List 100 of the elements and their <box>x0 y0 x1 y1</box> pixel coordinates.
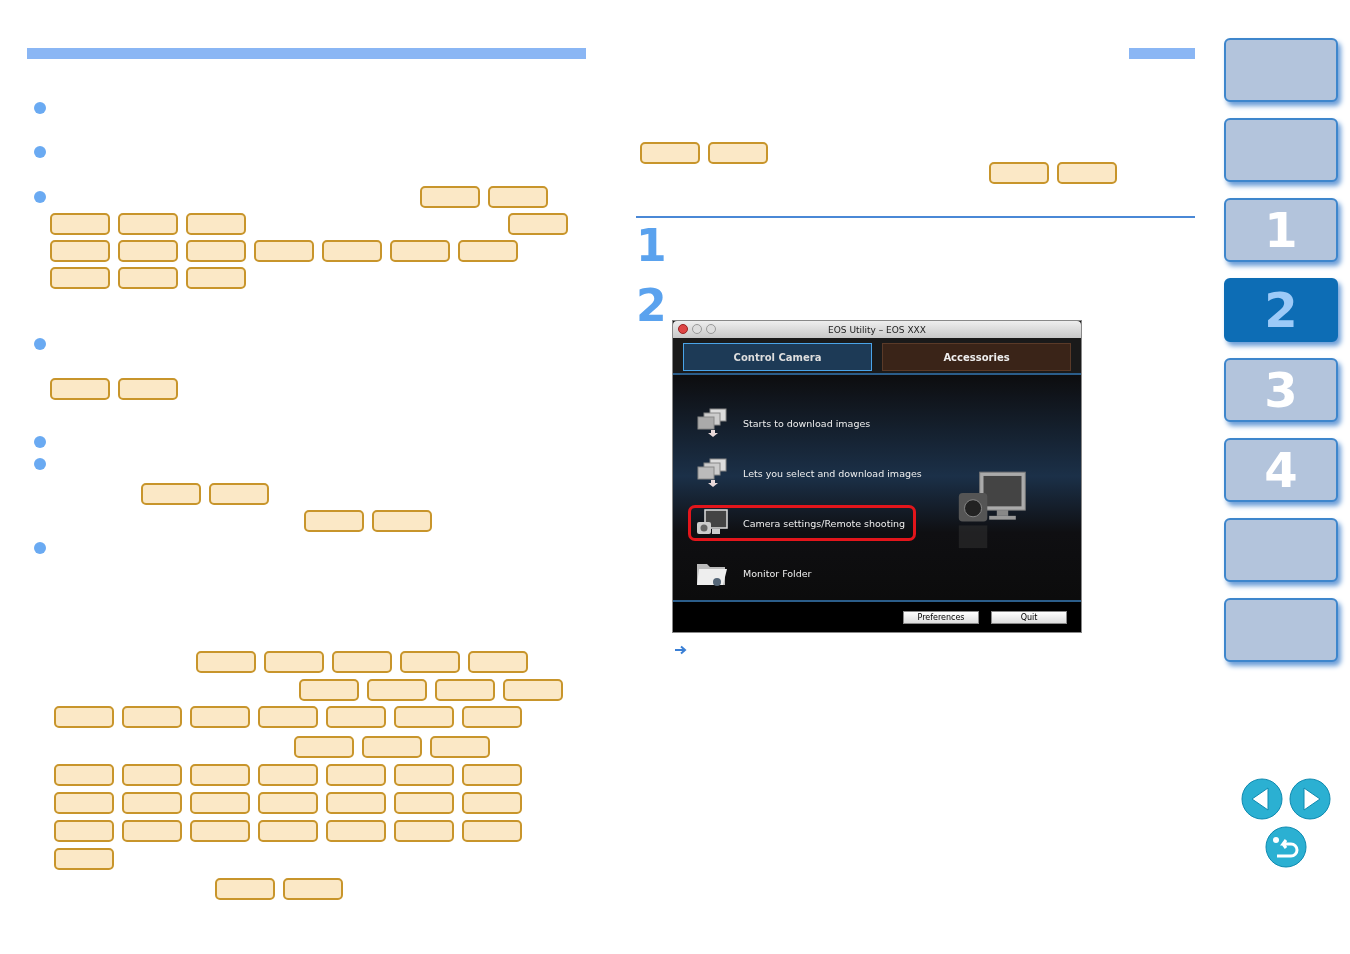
key-icon <box>394 792 454 814</box>
key-icon <box>326 792 386 814</box>
key-icon <box>54 706 114 728</box>
key-icon <box>190 820 250 842</box>
bullet-icon <box>34 458 46 470</box>
bullet-icon <box>34 146 46 158</box>
window-button[interactable]: Preferences <box>903 610 979 624</box>
key-icon <box>190 764 250 786</box>
key-icon <box>390 240 450 262</box>
key-icon <box>468 651 528 673</box>
previous-page-icon[interactable] <box>1241 778 1283 820</box>
menu-item[interactable]: Lets you select and download images <box>688 455 933 491</box>
chapter-tab[interactable] <box>1224 38 1338 102</box>
key-icon <box>50 240 110 262</box>
key-icon <box>372 510 432 532</box>
key-icon <box>640 142 700 164</box>
key-icon <box>322 240 382 262</box>
zoom-icon <box>706 324 716 334</box>
key-icon <box>186 267 246 289</box>
key-icon <box>141 483 201 505</box>
chapter-tab[interactable] <box>1224 118 1338 182</box>
key-icon <box>367 679 427 701</box>
key-icon <box>118 378 178 400</box>
key-icon <box>118 267 178 289</box>
bullet-icon <box>34 191 46 203</box>
menu-item[interactable]: Starts to download images <box>688 405 882 441</box>
key-icon <box>394 820 454 842</box>
key-icon <box>462 706 522 728</box>
minimize-icon <box>692 324 702 334</box>
key-icon <box>50 267 110 289</box>
key-icon <box>503 679 563 701</box>
key-icon <box>190 792 250 814</box>
step-number: 2 <box>636 286 668 326</box>
chapter-tab[interactable] <box>1224 598 1338 662</box>
images-download-icon <box>695 408 729 438</box>
key-icon <box>326 764 386 786</box>
next-page-icon[interactable] <box>1289 778 1331 820</box>
key-icon <box>190 706 250 728</box>
arrow-right-icon <box>674 645 688 655</box>
key-icon <box>186 240 246 262</box>
key-icon <box>708 142 768 164</box>
window-button[interactable]: Quit <box>991 610 1067 624</box>
key-icon <box>488 186 548 208</box>
tab[interactable]: Control Camera <box>683 343 872 371</box>
images-download-icon <box>695 458 729 488</box>
tab[interactable]: Accessories <box>882 343 1071 371</box>
key-icon <box>326 820 386 842</box>
key-icon <box>196 651 256 673</box>
key-icon <box>122 792 182 814</box>
menu-item[interactable]: Monitor Folder <box>688 555 823 591</box>
key-icon <box>50 213 110 235</box>
key-icon <box>458 240 518 262</box>
key-icon <box>1057 162 1117 184</box>
key-icon <box>186 213 246 235</box>
key-icon <box>258 820 318 842</box>
key-icon <box>122 820 182 842</box>
key-icon <box>118 213 178 235</box>
key-icon <box>54 848 114 870</box>
key-icon <box>299 679 359 701</box>
key-icon <box>462 764 522 786</box>
key-icon <box>294 736 354 758</box>
step-number: 1 <box>636 226 668 266</box>
key-icon <box>420 186 480 208</box>
key-icon <box>430 736 490 758</box>
key-icon <box>258 792 318 814</box>
window-title: EOS Utility – EOS XXX <box>828 324 926 335</box>
key-icon <box>254 240 314 262</box>
bullet-icon <box>34 338 46 350</box>
item-label: Lets you select and download images <box>743 467 922 479</box>
item-label: Camera settings/Remote shooting <box>743 517 906 529</box>
close-icon <box>678 324 688 334</box>
return-icon[interactable] <box>1265 826 1307 868</box>
key-icon <box>394 764 454 786</box>
key-icon <box>258 764 318 786</box>
key-icon <box>326 706 386 728</box>
key-icon <box>50 378 110 400</box>
bullet-icon <box>34 542 46 554</box>
key-icon <box>462 792 522 814</box>
key-icon <box>435 679 495 701</box>
menu-item[interactable]: Camera settings/Remote shooting <box>688 505 917 541</box>
item-label: Starts to download images <box>743 417 871 429</box>
key-icon <box>283 878 343 900</box>
chapter-tab[interactable] <box>1224 518 1338 582</box>
key-icon <box>258 706 318 728</box>
key-icon <box>215 878 275 900</box>
heading-bar <box>1129 48 1195 59</box>
key-icon <box>332 651 392 673</box>
key-icon <box>304 510 364 532</box>
key-icon <box>54 764 114 786</box>
key-icon <box>462 820 522 842</box>
item-label: Monitor Folder <box>743 567 812 579</box>
key-icon <box>508 213 568 235</box>
key-icon <box>122 764 182 786</box>
key-icon <box>118 240 178 262</box>
key-icon <box>394 706 454 728</box>
key-icon <box>122 706 182 728</box>
key-icon <box>209 483 269 505</box>
key-icon <box>400 651 460 673</box>
bullet-icon <box>34 436 46 448</box>
bullet-icon <box>34 102 46 114</box>
